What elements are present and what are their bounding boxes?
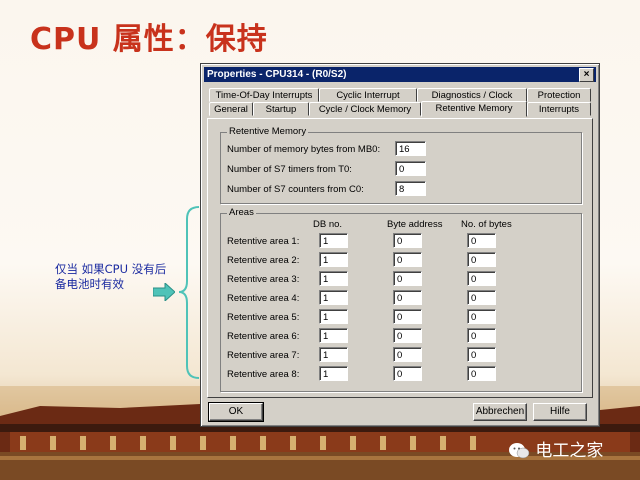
tab-cycle-clock-memory[interactable]: Cycle / Clock Memory bbox=[309, 102, 421, 116]
help-button[interactable]: Hilfe bbox=[533, 403, 587, 421]
byte-address-input[interactable]: 0 bbox=[393, 233, 422, 248]
db-no-input[interactable]: 1 bbox=[319, 233, 348, 248]
tab-diagnostics-clock[interactable]: Diagnostics / Clock bbox=[417, 88, 527, 102]
tab-startup[interactable]: Startup bbox=[253, 102, 309, 116]
retentive-area-label: Retentive area 6: bbox=[227, 331, 300, 342]
retentive-memory-group: Retentive Memory Number of memory bytes … bbox=[220, 126, 582, 204]
retentive-area-label: Retentive area 2: bbox=[227, 255, 300, 266]
tab-retentive-memory[interactable]: Retentive Memory bbox=[421, 101, 527, 117]
header-byte-address: Byte address bbox=[387, 219, 443, 230]
tab-interrupts[interactable]: Interrupts bbox=[527, 102, 591, 116]
no-of-bytes-input[interactable]: 0 bbox=[467, 233, 496, 248]
dialog-titlebar[interactable]: Properties - CPU314 - (R0/S2) × bbox=[204, 67, 596, 82]
retentive-area-label: Retentive area 3: bbox=[227, 274, 300, 285]
retentive-area-label: Retentive area 4: bbox=[227, 293, 300, 304]
header-no-of-bytes: No. of bytes bbox=[461, 219, 512, 230]
header-db-no: DB no. bbox=[313, 219, 343, 230]
s7-counters-label: Number of S7 counters from C0: bbox=[227, 184, 364, 195]
tab-general[interactable]: General bbox=[209, 102, 253, 116]
memory-bytes-label: Number of memory bytes from MB0: bbox=[227, 144, 381, 155]
watermark: 电工之家 bbox=[508, 436, 628, 461]
db-no-input[interactable]: 1 bbox=[319, 347, 348, 362]
no-of-bytes-input[interactable]: 0 bbox=[467, 271, 496, 286]
s7-timers-input[interactable]: 0 bbox=[395, 161, 426, 176]
no-of-bytes-input[interactable]: 0 bbox=[467, 252, 496, 267]
wechat-icon bbox=[509, 443, 530, 459]
retentive-area-label: Retentive area 8: bbox=[227, 369, 300, 380]
brace-icon bbox=[178, 206, 200, 379]
no-of-bytes-input[interactable]: 0 bbox=[467, 309, 496, 324]
areas-group-title: Areas bbox=[227, 207, 256, 218]
properties-dialog: Properties - CPU314 - (R0/S2) × Time-Of-… bbox=[200, 63, 600, 427]
tab-protection[interactable]: Protection bbox=[527, 88, 591, 102]
byte-address-input[interactable]: 0 bbox=[393, 290, 422, 305]
retentive-area-label: Retentive area 5: bbox=[227, 312, 300, 323]
arrow-right-icon bbox=[153, 283, 175, 301]
watermark-text: 电工之家 bbox=[535, 441, 604, 461]
close-button[interactable]: × bbox=[579, 68, 594, 82]
db-no-input[interactable]: 1 bbox=[319, 309, 348, 324]
no-of-bytes-input[interactable]: 0 bbox=[467, 366, 496, 381]
db-no-input[interactable]: 1 bbox=[319, 290, 348, 305]
db-no-input[interactable]: 1 bbox=[319, 366, 348, 381]
areas-group: Areas DB no. Byte address No. of bytes R… bbox=[220, 207, 582, 392]
s7-timers-label: Number of S7 timers from T0: bbox=[227, 164, 352, 175]
byte-address-input[interactable]: 0 bbox=[393, 347, 422, 362]
tab-time-of-day-interrupts[interactable]: Time-Of-Day Interrupts bbox=[209, 88, 319, 102]
byte-address-input[interactable]: 0 bbox=[393, 366, 422, 381]
db-no-input[interactable]: 1 bbox=[319, 271, 348, 286]
no-of-bytes-input[interactable]: 0 bbox=[467, 328, 496, 343]
memory-bytes-input[interactable]: 16 bbox=[395, 141, 426, 156]
byte-address-input[interactable]: 0 bbox=[393, 252, 422, 267]
retentive-memory-panel: Retentive Memory Number of memory bytes … bbox=[207, 118, 593, 398]
dialog-title: Properties - CPU314 - (R0/S2) bbox=[207, 69, 347, 80]
byte-address-input[interactable]: 0 bbox=[393, 328, 422, 343]
slide-title: CPU 属性：保持 bbox=[30, 22, 268, 57]
no-of-bytes-input[interactable]: 0 bbox=[467, 290, 496, 305]
tab-cyclic-interrupt[interactable]: Cyclic Interrupt bbox=[319, 88, 417, 102]
cancel-button[interactable]: Abbrechen bbox=[473, 403, 527, 421]
db-no-input[interactable]: 1 bbox=[319, 328, 348, 343]
ok-button[interactable]: OK bbox=[208, 402, 264, 422]
db-no-input[interactable]: 1 bbox=[319, 252, 348, 267]
byte-address-input[interactable]: 0 bbox=[393, 309, 422, 324]
retentive-area-label: Retentive area 7: bbox=[227, 350, 300, 361]
s7-counters-input[interactable]: 8 bbox=[395, 181, 426, 196]
no-of-bytes-input[interactable]: 0 bbox=[467, 347, 496, 362]
retentive-memory-group-title: Retentive Memory bbox=[227, 126, 309, 137]
retentive-area-label: Retentive area 1: bbox=[227, 236, 300, 247]
byte-address-input[interactable]: 0 bbox=[393, 271, 422, 286]
